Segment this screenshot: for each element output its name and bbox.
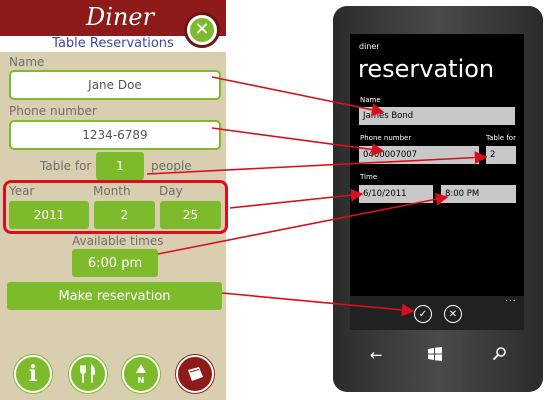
wp-date-picker[interactable]: 6/10/2011 — [359, 185, 433, 203]
cancel-icon[interactable]: ✕ — [444, 305, 462, 323]
day-button[interactable]: 25 — [160, 201, 221, 229]
make-reservation-button[interactable]: Make reservation — [7, 282, 222, 310]
fork-knife-icon[interactable] — [69, 355, 107, 393]
close-icon: ✕ — [190, 18, 214, 42]
wp-app-name: diner — [359, 42, 380, 51]
search-icon[interactable] — [492, 346, 508, 366]
wp-app-bar — [350, 296, 524, 330]
back-icon[interactable]: ← — [370, 346, 383, 364]
phone-input[interactable]: 1234-6789 — [9, 120, 221, 150]
wp-name-input[interactable]: James Bond — [359, 107, 515, 125]
wp-phone-input[interactable]: 0400007007 — [359, 146, 479, 164]
year-button[interactable]: 2011 — [9, 201, 89, 229]
more-icon[interactable]: ... — [505, 294, 517, 304]
close-button[interactable]: ✕ — [184, 12, 220, 48]
wp-page-title: reservation — [358, 55, 495, 83]
year-label: Year — [9, 184, 35, 198]
wp-time-picker[interactable]: 8:00 PM — [441, 185, 516, 203]
wp-table-input[interactable]: 2 — [486, 146, 516, 164]
compass-icon[interactable]: N — [122, 355, 160, 393]
info-icon[interactable]: i — [14, 355, 52, 393]
bottom-navigation: i N — [0, 350, 226, 400]
wp-table-label: Table for — [486, 134, 516, 142]
menu-book-icon[interactable] — [176, 355, 214, 393]
name-label: Name — [9, 55, 45, 69]
table-for-label: Table for — [40, 159, 92, 173]
name-input[interactable]: Jane Doe — [9, 70, 221, 100]
android-app-screen: Diner Table Reservations Name Jane Doe P… — [0, 0, 228, 400]
month-button[interactable]: 2 — [94, 201, 155, 229]
windows-icon[interactable] — [427, 346, 443, 366]
wp-phone-label: Phone number — [360, 134, 412, 142]
table-size-button[interactable]: 1 — [96, 152, 144, 180]
wp-name-label: Name — [360, 96, 381, 104]
people-label: people — [151, 159, 192, 173]
month-label: Month — [93, 184, 131, 198]
time-button[interactable]: 6:00 pm — [72, 249, 158, 277]
app-logo: Diner — [86, 3, 155, 31]
check-icon[interactable]: ✓ — [414, 305, 432, 323]
svg-text:N: N — [138, 376, 145, 385]
phone-label: Phone number — [9, 104, 97, 118]
day-label: Day — [159, 184, 183, 198]
wp-time-label: Time — [360, 173, 378, 181]
available-times-label: Available times — [72, 234, 164, 248]
